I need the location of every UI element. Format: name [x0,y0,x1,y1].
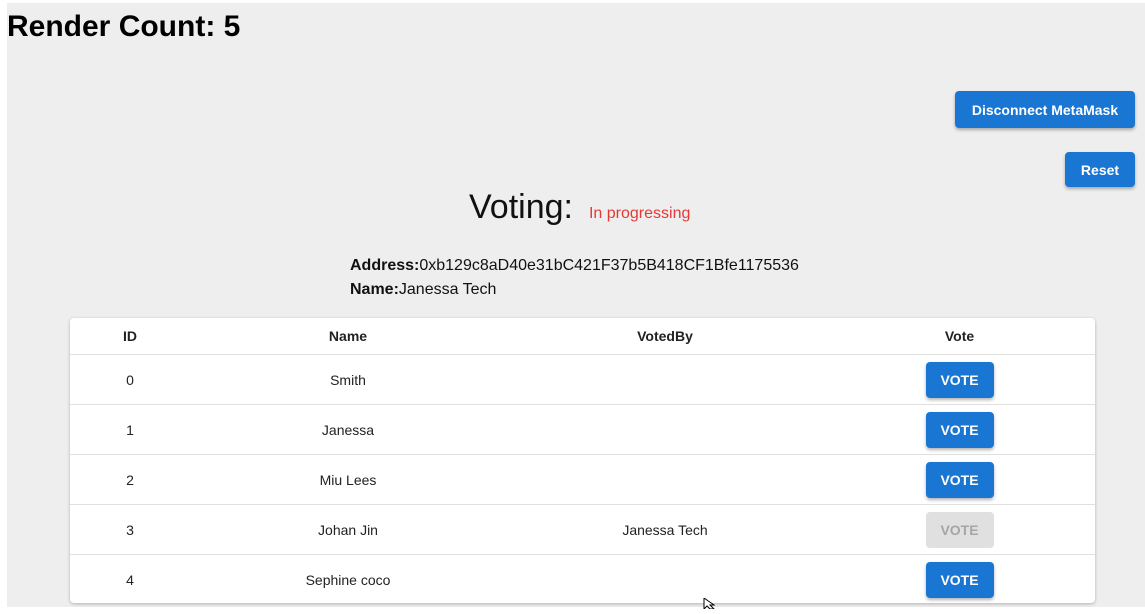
render-count-heading: Render Count: 5 [7,10,241,43]
address-value: 0xb129c8aD40e31bC421F37b5B418CF1Bfe11755… [419,257,799,274]
vote-button[interactable]: VOTE [925,561,994,598]
table-header-row: ID Name VotedBy Vote [70,318,1095,355]
voting-status-row: Voting: In progressing [469,188,690,228]
cell-voted-by [506,555,824,604]
cell-id: 1 [70,404,190,455]
table-row: 3 Johan Jin Janessa Tech VOTE [70,504,1095,555]
header-voted-by: VotedBy [506,318,824,355]
vote-button[interactable]: VOTE [925,361,994,398]
candidates-table: ID Name VotedBy Vote 0 Smith VOTE 1 Jane… [70,318,1095,603]
table-row: 2 Miu Lees VOTE [70,454,1095,505]
header-id: ID [70,318,190,355]
cell-name: Janessa [190,404,506,455]
cell-voted-by [506,354,824,405]
table-row: 0 Smith VOTE [70,354,1095,405]
account-address: Address:0xb129c8aD40e31bC421F37b5B418CF1… [350,257,799,275]
header-vote: Vote [824,318,1095,355]
cell-name: Johan Jin [190,504,506,555]
address-label: Address: [350,257,420,274]
cell-vote: VOTE [824,404,1095,455]
name-value: Janessa Tech [398,281,497,298]
cell-vote: VOTE [824,454,1095,505]
cell-id: 3 [70,504,190,555]
vote-button[interactable]: VOTE [925,411,994,448]
cell-vote: VOTE [824,504,1095,555]
cell-name: Sephine coco [305,571,391,588]
table-row: 4 Sephine coco VOTE [70,555,1095,604]
account-name: Name:Janessa Tech [350,281,496,299]
reset-button[interactable]: Reset [1065,152,1135,187]
header-name: Name [190,318,506,355]
voting-title: Voting: [469,188,573,226]
cell-id: 2 [70,454,190,505]
cell-vote: VOTE [824,555,1095,604]
voting-status-text: In progressing [588,205,691,222]
cell-id: 4 [126,571,134,588]
table-row: 1 Janessa VOTE [70,404,1095,455]
cell-voted-by [506,404,824,455]
cell-name: Miu Lees [190,454,506,505]
vote-button[interactable]: VOTE [925,461,994,498]
mouse-pointer-icon [703,596,716,614]
name-label: Name: [350,281,399,298]
candidates-table-card: ID Name VotedBy Vote 0 Smith VOTE 1 Jane… [70,318,1095,603]
cell-voted-by [506,454,824,505]
vote-button-disabled: VOTE [925,511,994,548]
cell-voted-by: Janessa Tech [506,504,824,555]
cell-name: Smith [190,354,506,405]
app-page: Render Count: 5 Disconnect MetaMask Rese… [7,3,1145,607]
disconnect-metamask-button[interactable]: Disconnect MetaMask [955,91,1135,128]
cell-vote: VOTE [824,354,1095,405]
cell-id: 0 [70,354,190,405]
